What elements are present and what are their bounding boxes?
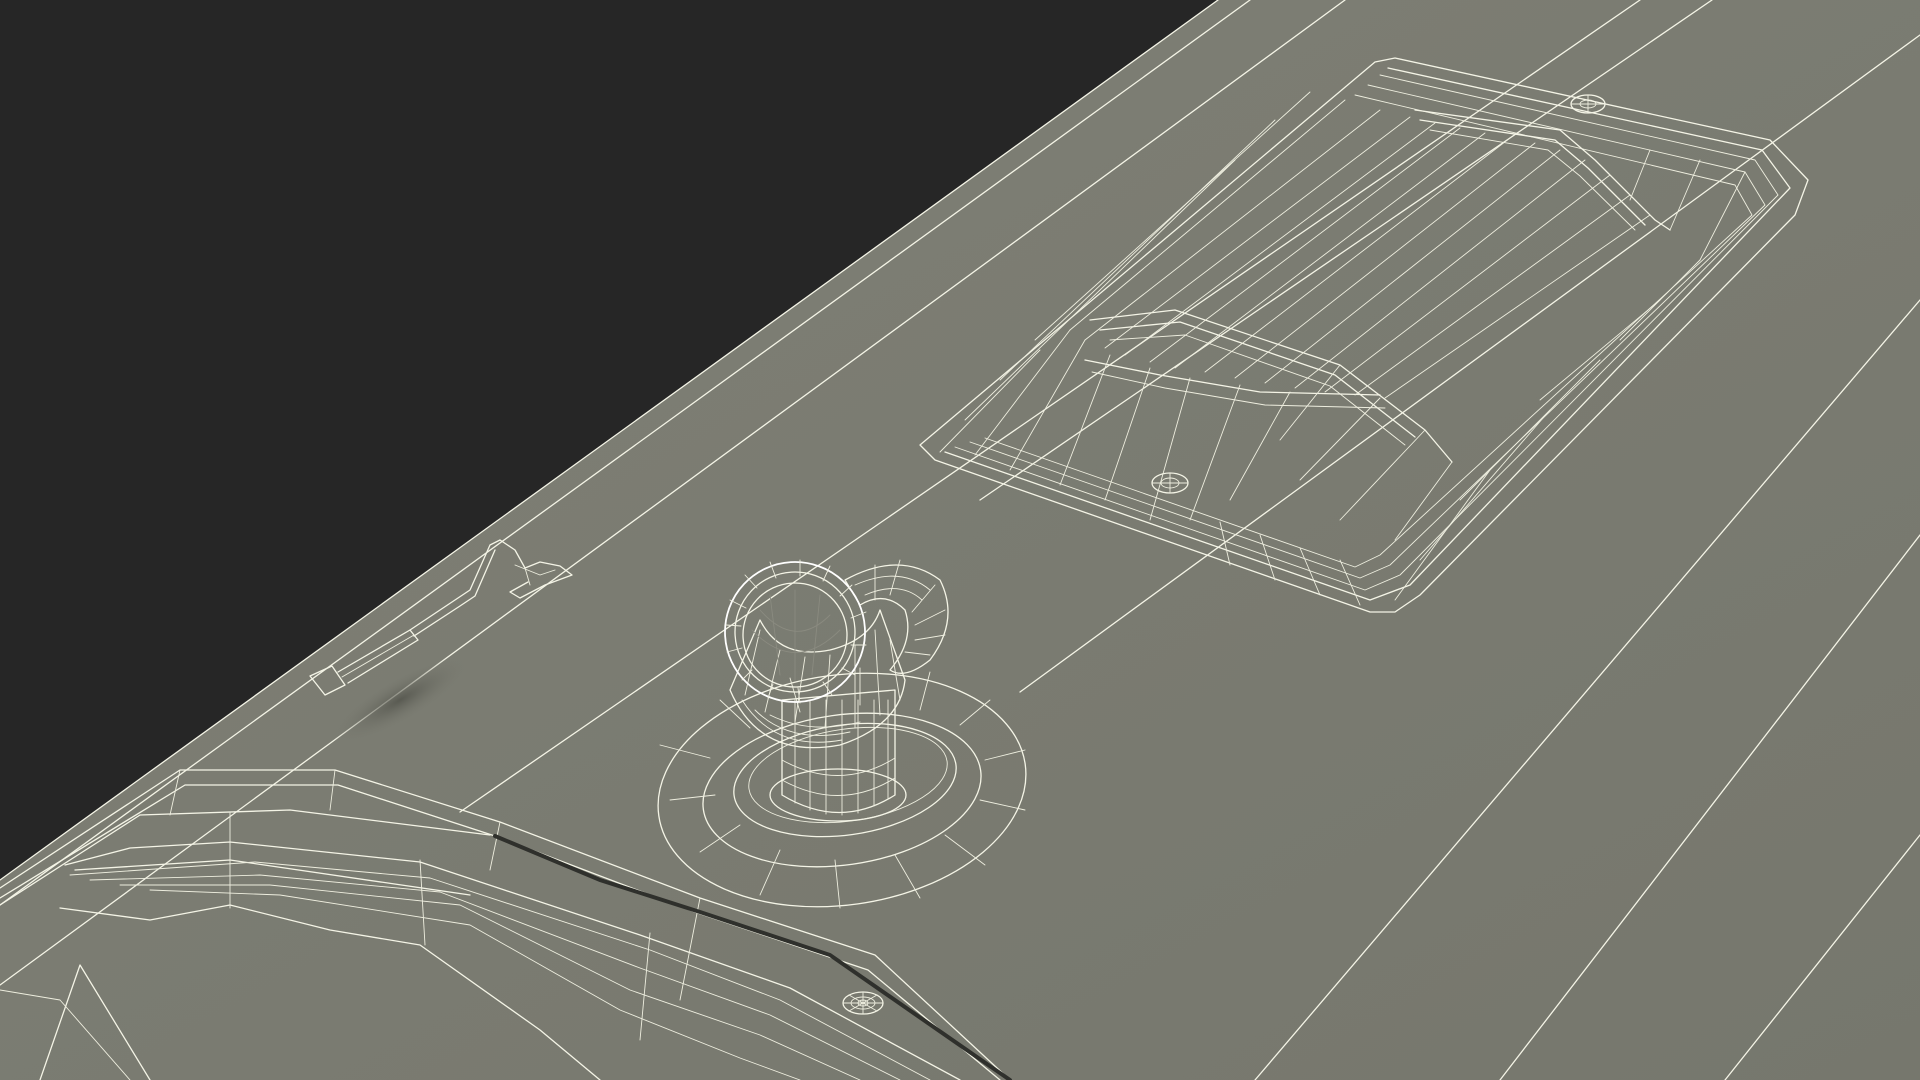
render-viewport [0,0,1920,1080]
wireframe-render [0,0,1920,1080]
